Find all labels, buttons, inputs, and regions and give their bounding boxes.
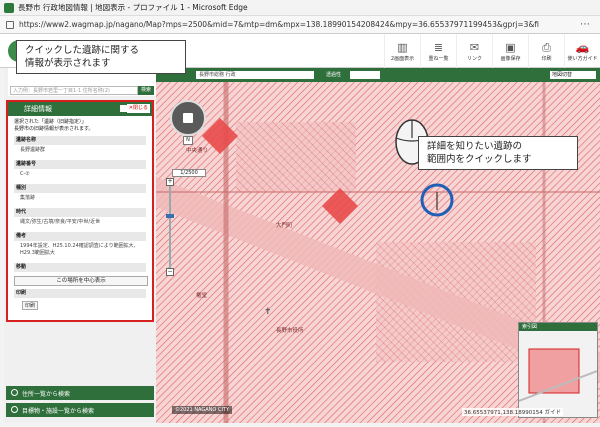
field-value: 縄文/弥生/古墳/奈良/平安/中世/近世	[20, 219, 101, 225]
print-button[interactable]: 印刷	[22, 301, 38, 310]
print-icon: ⎙	[542, 40, 551, 54]
selected-line: 選択された「遺跡（旧跡指定）」	[14, 119, 87, 125]
accordion-facility-search[interactable]: 目標物・施設一覧から検索	[6, 403, 154, 417]
field-value: 1994年設定、H25.10.24確認調査により範囲拡大、H29.3範囲拡大	[20, 243, 139, 256]
overview-canvas[interactable]	[518, 331, 598, 417]
field-label: 遺跡番号	[14, 160, 146, 169]
map-copyright: ©2021 NAGANO CITY	[172, 406, 233, 414]
zoom-out-button[interactable]: −	[166, 268, 174, 276]
link-icon: ✉	[469, 40, 480, 54]
print-section-label: 印刷	[14, 289, 146, 298]
description: 長野市の旧跡情報が表示されます。	[14, 126, 94, 132]
center-map-button[interactable]: この場所を中心表示	[14, 276, 148, 286]
north-icon[interactable]: N	[183, 136, 193, 145]
callout-info-panel: クイックした遺跡に関する 情報が表示されます	[16, 40, 186, 74]
map-control-bar: 長野市総務 行政 透過性 地図切替	[156, 68, 600, 82]
field-label: 備考	[14, 232, 146, 241]
search-input[interactable]: 入力例：長野市若里一丁目1-1 住所名称(2)	[10, 86, 138, 95]
map-navigation[interactable]: N	[168, 98, 208, 164]
zoom-in-button[interactable]: +	[166, 178, 174, 186]
search-icon	[11, 406, 18, 413]
zoom-thumb[interactable]	[166, 214, 174, 218]
overview-title: 索引図	[519, 323, 597, 331]
search-icon	[11, 389, 18, 396]
toolbar-print-button[interactable]: ⎙ 印刷	[528, 34, 564, 68]
callout-click-site: 詳細を知りたい遺跡の 範囲内をクイックします	[418, 136, 578, 170]
window-titlebar: 長野市 行政地図情報 | 地図表示 - プロファイル 1 - Microsoft…	[0, 0, 600, 16]
toolbar-link-button[interactable]: ✉ リンク	[456, 34, 492, 68]
transparency-label: 透過性	[326, 72, 342, 78]
window-title: 長野市 行政地図情報 | 地図表示 - プロファイル 1 - Microsoft…	[18, 3, 248, 12]
guide-icon: 🚗	[575, 40, 590, 54]
split-screen-icon: ▥	[397, 40, 408, 54]
lock-icon	[6, 20, 14, 29]
scale-indicator: 1/2500	[172, 169, 206, 177]
layers-icon: ≣	[433, 40, 444, 54]
transparency-select[interactable]	[350, 71, 380, 79]
field-value: 集落跡	[20, 195, 36, 201]
zoom-slider[interactable]	[166, 186, 174, 268]
map-label: 長野市役所	[276, 326, 304, 334]
more-icon[interactable]: ⋯	[580, 19, 590, 30]
search-button[interactable]: 検索	[138, 86, 154, 95]
field-label: 移動	[14, 263, 146, 272]
close-button[interactable]: ✕閉じる	[126, 104, 150, 113]
url-text[interactable]: https://www2.wagmap.jp/nagano/Map?mps=25…	[19, 20, 539, 29]
toolbar-save-image-button[interactable]: ▣ 画像保存	[492, 34, 528, 68]
app-icon	[4, 2, 14, 13]
address-bar[interactable]: https://www2.wagmap.jp/nagano/Map?mps=25…	[0, 16, 600, 34]
layer-select[interactable]: 地図切替	[550, 71, 596, 79]
field-value: C-②	[20, 171, 30, 177]
toolbar-layers-button[interactable]: ≣ 重ね一覧	[420, 34, 456, 68]
detail-info-panel: 詳細情報 ✕閉じる 選択された「遺跡（旧跡指定）」 長野市の旧跡情報が表示されま…	[6, 100, 154, 322]
field-label: 遺跡名称	[14, 136, 146, 145]
field-label: 種別	[14, 184, 146, 193]
toolbar-guide-button[interactable]: 🚗 使い方ガイド	[564, 34, 600, 68]
toolbar: ▥ 2画面表示 ≣ 重ね一覧 ✉ リンク ▣ 画像保存 ⎙ 印刷 🚗 使い方ガイド	[384, 34, 600, 68]
map-label: 権堂	[196, 291, 208, 299]
pan-control[interactable]	[170, 100, 206, 136]
toolbar-split-button[interactable]: ▥ 2画面表示	[384, 34, 420, 68]
overview-map[interactable]: 索引図	[518, 322, 598, 418]
save-image-icon: ▣	[505, 40, 516, 54]
info-panel-body: 選択された「遺跡（旧跡指定）」 長野市の旧跡情報が表示されます。 遺跡名称 長野…	[8, 116, 152, 313]
info-panel-title: 詳細情報	[24, 105, 52, 113]
info-panel-header: 詳細情報 ✕閉じる	[8, 102, 152, 116]
map-selector[interactable]: 長野市総務 行政	[196, 71, 314, 79]
field-value: 長野遺跡群	[20, 147, 46, 153]
block-area	[236, 122, 356, 192]
overview-extent	[528, 348, 580, 394]
zoom-control[interactable]: + −	[166, 178, 174, 278]
accordion-address-search[interactable]: 住所一覧から検索	[6, 386, 154, 400]
coordinate-readout: 36.65537971,138.18990154 ガイド	[462, 408, 563, 416]
map-cross-icon: ✝	[264, 307, 272, 317]
field-label: 時代	[14, 208, 146, 217]
pan-center[interactable]	[183, 113, 193, 123]
map-label: 大門町	[276, 221, 293, 229]
